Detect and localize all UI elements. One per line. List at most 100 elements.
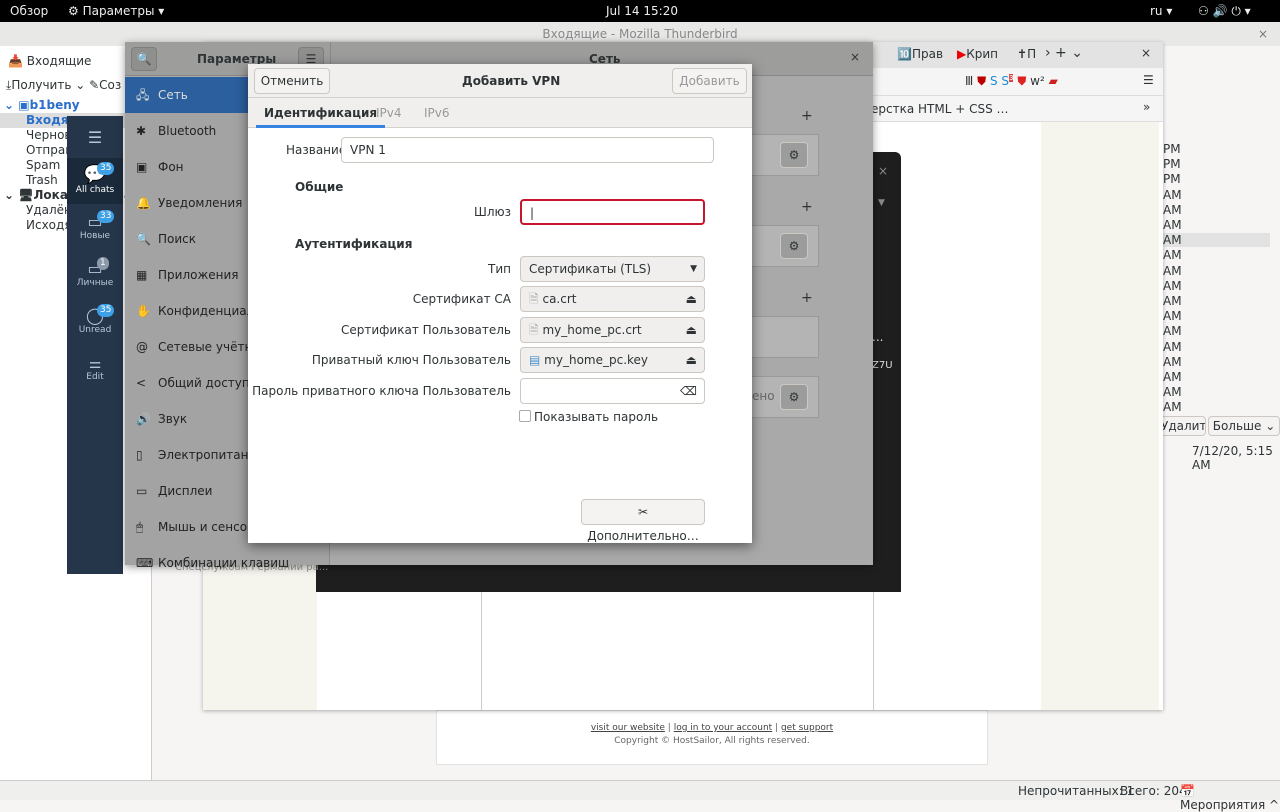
folder-account[interactable]: ⌄ ▣b1beny bbox=[4, 98, 80, 113]
folder-tab[interactable]: 📥 Входящие bbox=[8, 54, 91, 69]
cancel-button[interactable]: Отменить bbox=[254, 68, 330, 94]
folder-edit[interactable]: ⚌ Edit bbox=[67, 356, 123, 382]
bookmark[interactable]: ерстка HTML + CSS … bbox=[871, 102, 1009, 116]
support-link[interactable]: get support bbox=[781, 723, 833, 733]
copyright: Copyright © HostSailor, All rights reser… bbox=[614, 736, 810, 746]
settings-item-icon: ▣ bbox=[136, 160, 148, 174]
get-mail-button[interactable]: ⤓Получить ⌄ ✎Соз bbox=[6, 78, 121, 93]
message-date: 7/12/20, 5:15 AM bbox=[1192, 444, 1273, 472]
name-label: Название bbox=[286, 143, 347, 157]
message-list[interactable]: PM PM PM AM AM AM AM AM AM AM AM AM AM AM AM AM AM AM Бол… bbox=[1160, 122, 1280, 780]
private-key-chooser[interactable]: ▤ my_home_pc.key ⏏ bbox=[520, 347, 705, 373]
tab[interactable]: ▶Крип bbox=[957, 47, 998, 61]
folder-spam[interactable]: Spam bbox=[26, 158, 60, 173]
gear-icon[interactable]: ⚙ bbox=[780, 233, 808, 259]
close-icon[interactable]: × bbox=[850, 50, 860, 64]
settings-item-icon: ✱ bbox=[136, 124, 147, 138]
message-time[interactable]: AM bbox=[1163, 264, 1182, 278]
language-menu[interactable]: ru ▾ bbox=[1150, 4, 1172, 18]
auth-heading: Аутентификация bbox=[295, 237, 413, 251]
add-icon[interactable]: + bbox=[801, 199, 813, 215]
show-password-label[interactable]: Показывать пароль bbox=[534, 410, 658, 424]
tab-identity[interactable]: Идентификация bbox=[256, 98, 386, 128]
folder-personal[interactable]: ▭ 1 Личные bbox=[67, 257, 123, 288]
add-button[interactable]: Добавить bbox=[672, 68, 747, 94]
message-time[interactable]: AM bbox=[1163, 355, 1182, 369]
settings-item-label: Bluetooth bbox=[158, 124, 217, 138]
key-password-input[interactable]: ⌫ bbox=[520, 378, 705, 404]
overview-button[interactable]: Обзор bbox=[10, 4, 48, 18]
message-time[interactable]: AM bbox=[1163, 218, 1182, 232]
add-icon[interactable]: + bbox=[801, 290, 813, 306]
message-time[interactable]: AM bbox=[1160, 233, 1270, 248]
more-button[interactable]: Больше ⌄ bbox=[1208, 416, 1280, 436]
settings-item-label: Фон bbox=[158, 160, 184, 174]
divider bbox=[481, 592, 482, 710]
clock[interactable]: Jul 14 15:20 bbox=[606, 4, 678, 18]
app-menu[interactable]: ⚙ Параметры ▾ bbox=[68, 4, 164, 18]
ca-cert-chooser[interactable]: 🗎 ca.crt ⏏ bbox=[520, 286, 705, 312]
system-status-icons[interactable]: ⚇ 🔊 ⏻ ▾ bbox=[1198, 4, 1251, 19]
advanced-button[interactable]: ✂ Дополнительно… bbox=[581, 499, 705, 543]
clear-icon: ⌫ bbox=[680, 384, 697, 398]
message-time[interactable]: AM bbox=[1163, 324, 1182, 338]
settings-item-icon: ⌨ bbox=[136, 556, 154, 570]
message-time[interactable]: AM bbox=[1163, 203, 1182, 217]
open-file-icon: ⏏ bbox=[685, 292, 697, 306]
message-time[interactable]: AM bbox=[1163, 279, 1182, 293]
close-icon[interactable]: × bbox=[878, 164, 888, 178]
type-select[interactable]: Сертификаты (TLS) ▼ bbox=[520, 256, 705, 282]
add-icon[interactable]: + bbox=[801, 108, 813, 124]
dropdown-icon[interactable]: ▼ bbox=[878, 198, 885, 208]
show-password-checkbox[interactable] bbox=[519, 410, 531, 422]
row: ⚙ bbox=[745, 225, 819, 267]
message-time[interactable]: PM bbox=[1163, 142, 1181, 156]
folder-new[interactable]: ▭ 33 Новые bbox=[67, 210, 123, 241]
message-time[interactable]: PM bbox=[1163, 172, 1181, 186]
settings-item-icon: 🔊 bbox=[136, 412, 151, 426]
chevron-icon[interactable]: » bbox=[1143, 100, 1150, 114]
search-button[interactable]: 🔍 bbox=[131, 47, 157, 71]
settings-item-label: Поиск bbox=[158, 232, 197, 246]
settings-item[interactable]: ⌨ Комбинации клавиш bbox=[125, 545, 330, 581]
menu-icon[interactable]: ☰ bbox=[1143, 73, 1154, 87]
window-title: Входящие - Mozilla Thunderbird bbox=[542, 27, 738, 41]
row: ено ⚙ bbox=[745, 376, 819, 418]
delete-button[interactable]: Удалить bbox=[1160, 416, 1206, 436]
tab-ipv6[interactable]: IPv6 bbox=[424, 106, 450, 120]
message-time[interactable]: AM bbox=[1163, 385, 1182, 399]
divider bbox=[873, 592, 874, 710]
tab-ipv4[interactable]: IPv4 bbox=[376, 106, 402, 120]
folder-all-chats[interactable]: 💬 35 All chats bbox=[67, 158, 123, 204]
message-time[interactable]: PM bbox=[1163, 157, 1181, 171]
message-time[interactable]: AM bbox=[1163, 400, 1182, 414]
folder-unread[interactable]: ◯ 35 Unread bbox=[67, 304, 123, 335]
account-link[interactable]: log in to your account bbox=[674, 723, 773, 733]
dialog-header: Отменить Добавить VPN Добавить bbox=[248, 64, 752, 98]
tab-controls[interactable]: › + ⌄ bbox=[1045, 45, 1083, 61]
tab[interactable]: 🔟Прав bbox=[897, 47, 943, 61]
message-time[interactable]: AM bbox=[1163, 188, 1182, 202]
events-toggle[interactable]: 📅Мероприятия ^ bbox=[1180, 784, 1280, 812]
message-time[interactable]: AM bbox=[1163, 370, 1182, 384]
gateway-input[interactable]: | bbox=[520, 199, 705, 225]
message-time[interactable]: AM bbox=[1163, 309, 1182, 323]
message-time[interactable]: AM bbox=[1163, 248, 1182, 262]
message-time[interactable]: AM bbox=[1163, 294, 1182, 308]
close-icon[interactable]: × bbox=[1141, 46, 1151, 60]
extension-icons[interactable]: Ⅲ ⛊ S S3 ⛊ w² ▰ bbox=[965, 74, 1058, 89]
dark-text: ... bbox=[872, 330, 884, 344]
message-time[interactable]: AM bbox=[1163, 340, 1182, 354]
name-input[interactable]: VPN 1 bbox=[341, 137, 714, 163]
gear-icon[interactable]: ⚙ bbox=[780, 142, 808, 168]
settings-item-label: Сеть bbox=[158, 88, 188, 102]
close-icon[interactable]: × bbox=[1258, 22, 1268, 46]
tab[interactable]: ✝П bbox=[1017, 47, 1036, 61]
gear-icon[interactable]: ⚙ bbox=[780, 384, 808, 410]
hamburger-icon[interactable]: ☰ bbox=[67, 128, 123, 147]
user-cert-chooser[interactable]: 🗎 my_home_pc.crt ⏏ bbox=[520, 317, 705, 343]
key-file-icon: ▤ bbox=[529, 353, 541, 367]
top-bar: Обзор ⚙ Параметры ▾ Jul 14 15:20 ru ▾ ⚇ … bbox=[0, 0, 1280, 22]
website-link[interactable]: visit our website bbox=[591, 723, 665, 733]
folder-trash[interactable]: Trash bbox=[26, 173, 58, 188]
